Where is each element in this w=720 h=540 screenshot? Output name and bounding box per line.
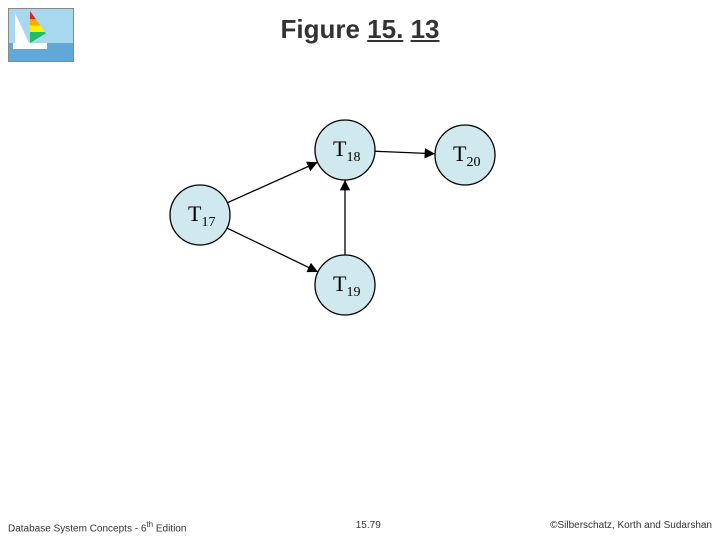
slide-footer: Database System Concepts - 6th Edition 1… bbox=[8, 520, 712, 534]
precedence-graph: T17T18T19T20 bbox=[130, 90, 540, 350]
title-num2: 13 bbox=[411, 14, 440, 44]
edge-T18-T20 bbox=[375, 151, 435, 154]
title-prefix: Figure bbox=[281, 14, 368, 44]
edge-T17-T18 bbox=[227, 162, 317, 202]
footer-left: Database System Concepts - 6th Edition bbox=[8, 520, 186, 534]
edge-T17-T19 bbox=[227, 228, 318, 272]
footer-right: ©Silberschatz, Korth and Sudarshan bbox=[550, 520, 712, 534]
title-num1: 15. bbox=[367, 14, 403, 44]
figure-title: Figure 15. 13 bbox=[0, 14, 720, 45]
figure-graph: T17T18T19T20 bbox=[130, 90, 540, 350]
footer-center: 15.79 bbox=[356, 520, 381, 534]
